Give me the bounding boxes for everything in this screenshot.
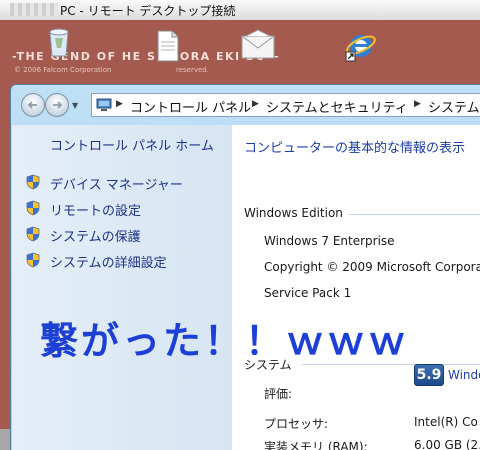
breadcrumb-system-security[interactable]: システムとセキュリティ: [266, 97, 408, 116]
breadcrumb-control-panel[interactable]: コントロール パネル: [130, 97, 251, 116]
arrow-left-icon: [27, 101, 37, 109]
redacted-computer-name: [10, 3, 58, 16]
overlay-caption: 繋がった！！ｗｗｗ: [40, 319, 410, 363]
task-label: リモートの設定: [50, 204, 142, 219]
control-panel-home-link[interactable]: コントロール パネル ホーム: [50, 135, 214, 154]
ram-label: 実装メモリ (RAM):: [264, 440, 368, 450]
breadcrumb-separator-icon[interactable]: ▶: [116, 99, 123, 109]
computer-icon: [96, 98, 112, 111]
control-panel-window: ▼ ▶ コントロール パネル ▶ システムとセキュリティ ▶ システム コントロ…: [10, 84, 480, 450]
arrow-right-icon: [53, 101, 63, 109]
back-button[interactable]: [21, 93, 45, 117]
uac-shield-icon: [26, 200, 40, 216]
processor-label: プロセッサ:: [264, 417, 329, 431]
rdp-window-title: PC - リモート デスクトップ接続: [60, 4, 236, 18]
copyright-value: Copyright © 2009 Microsoft Corporat: [264, 260, 480, 274]
experience-index-badge[interactable]: 5.9: [414, 364, 444, 386]
document-icon[interactable]: [156, 30, 180, 62]
address-bar[interactable]: ▶ コントロール パネル ▶ システムとセキュリティ ▶ システム: [91, 93, 480, 117]
forward-button[interactable]: [45, 93, 69, 117]
processor-value: Intel(R) Co: [414, 415, 478, 429]
breadcrumb-system[interactable]: システム: [428, 97, 480, 116]
windows-edition-title: Windows Edition: [244, 206, 343, 220]
ram-value: 6.00 GB (2.9: [414, 438, 480, 450]
edition-value: Windows 7 Enterprise: [264, 234, 395, 248]
wallpaper-copyright: © 2006 Falcom Corporation: [14, 66, 112, 74]
task-pane: コントロール パネル ホーム デバイス マネージャー リモートの設定 システムの…: [12, 125, 232, 450]
service-pack-value: Service Pack 1: [264, 286, 352, 300]
rdp-titlebar: PC - リモート デスクトップ接続: [0, 0, 480, 21]
mail-icon[interactable]: [240, 28, 276, 60]
wallpaper-reserved: reserved.: [176, 66, 209, 74]
recycle-bin-icon[interactable]: [46, 24, 72, 58]
system-info-pane: コンピューターの基本的な情報の表示 Windows Edition Window…: [232, 125, 480, 450]
uac-shield-icon: [26, 226, 40, 242]
task-label: システムの詳細設定: [50, 256, 167, 271]
breadcrumb-separator-icon[interactable]: ▶: [252, 99, 259, 109]
remote-desktop: -THE GEND OF HE S “SORA EKI SC”- © 2006 …: [0, 20, 480, 450]
navigation-bar: ▼ ▶ コントロール パネル ▶ システムとセキュリティ ▶ システム: [11, 85, 480, 125]
task-label: システムの保護: [50, 230, 141, 245]
rating-label: 評価:: [264, 387, 293, 401]
uac-shield-icon: [26, 174, 40, 190]
task-label: デバイス マネージャー: [50, 178, 183, 193]
experience-index-link[interactable]: Windo: [448, 368, 480, 382]
breadcrumb-separator-icon[interactable]: ▶: [414, 99, 421, 109]
internet-explorer-icon[interactable]: [344, 28, 378, 62]
recent-pages-dropdown-icon[interactable]: ▼: [72, 101, 78, 110]
page-heading: コンピューターの基本的な情報の表示: [244, 141, 466, 156]
section-divider: [348, 214, 480, 215]
uac-shield-icon: [26, 252, 40, 268]
